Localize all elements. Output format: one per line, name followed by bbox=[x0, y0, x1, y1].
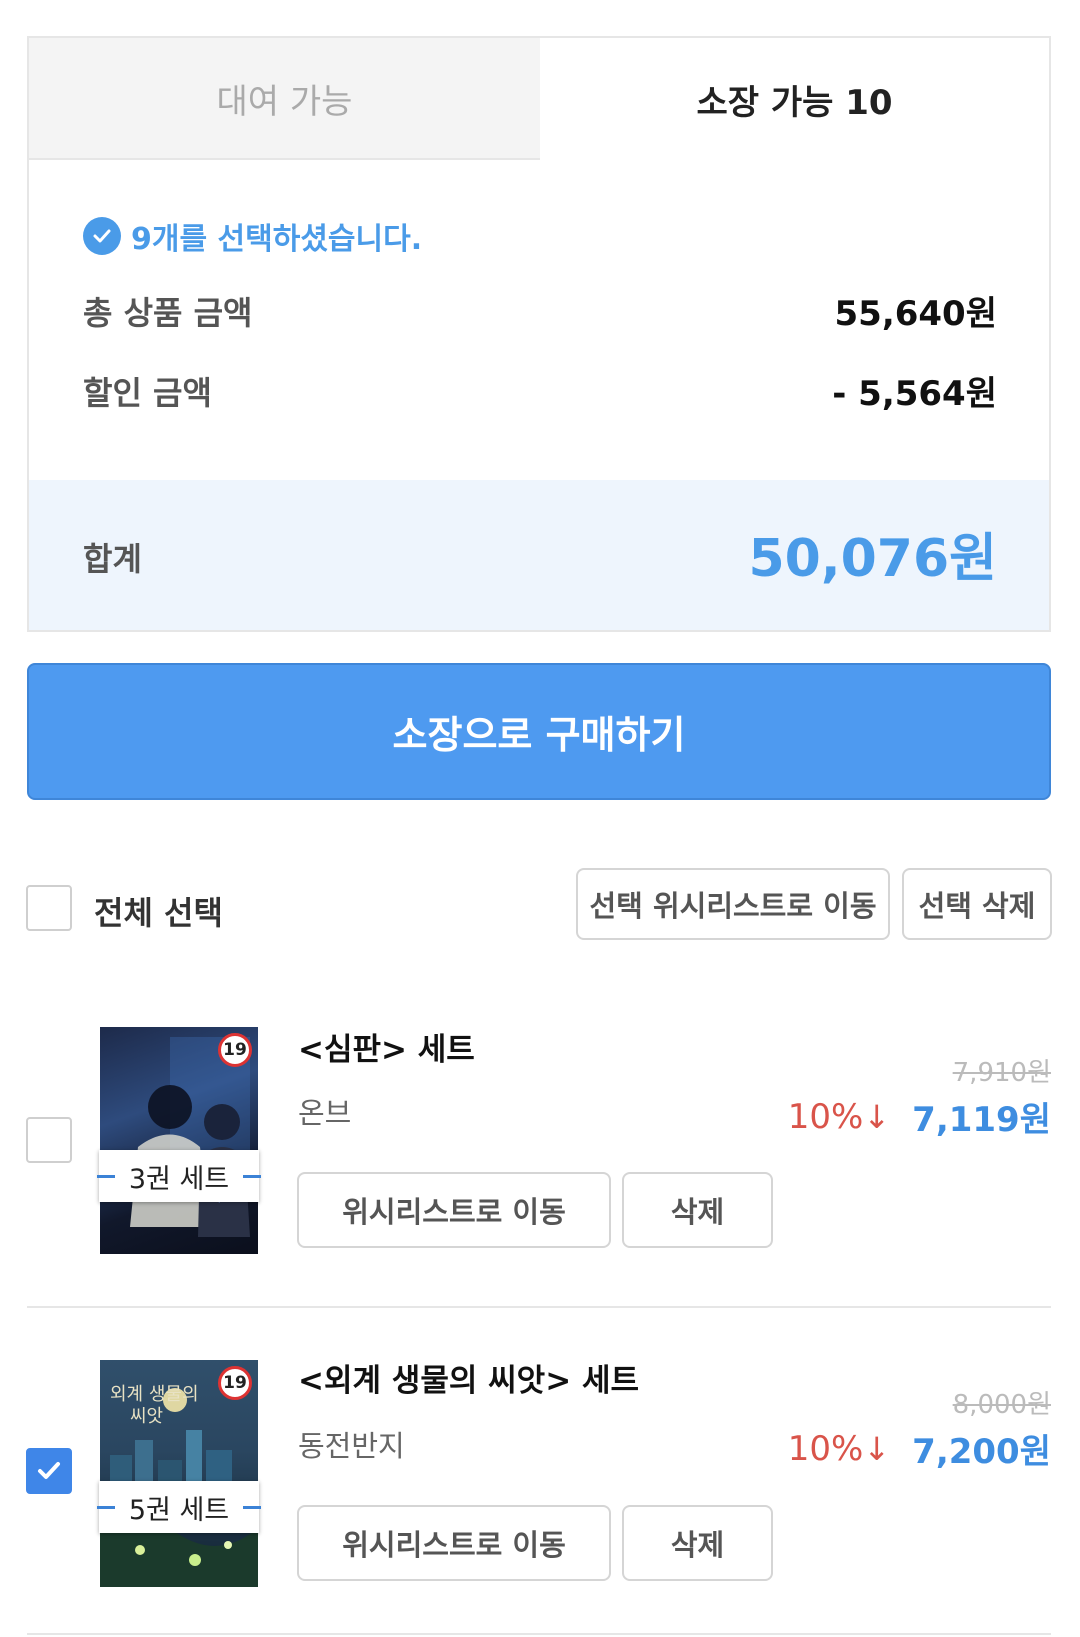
set-count-label: 5권 세트 bbox=[97, 1481, 261, 1533]
sale-price: 7,119원 bbox=[912, 1100, 1051, 1140]
move-to-wishlist-button[interactable]: 위시리스트로 이동 bbox=[297, 1505, 611, 1581]
book-cover-image[interactable]: 19 bbox=[100, 1027, 258, 1254]
item-author[interactable]: 동전반지 bbox=[298, 1423, 405, 1465]
price-row: 10% ↓ 7,119원 bbox=[788, 1092, 1051, 1141]
original-price: 7,910원 bbox=[952, 1058, 1051, 1088]
buy-own-button[interactable]: 소장으로 구매하기 bbox=[27, 663, 1051, 800]
delete-selected-label: 선택 삭제 bbox=[918, 889, 1036, 923]
svg-text:씨앗: 씨앗 bbox=[130, 1406, 163, 1427]
discount-rate: 10% bbox=[787, 1428, 864, 1469]
original-price: 8,000원 bbox=[952, 1390, 1051, 1420]
sum-band: 합계 50,076원 bbox=[29, 480, 1049, 630]
tab-rent[interactable]: 대여 가능 bbox=[27, 36, 540, 160]
total-amount-value: 55,640원 bbox=[834, 294, 997, 334]
delete-item-button[interactable]: 삭제 bbox=[622, 1505, 773, 1581]
item-divider bbox=[27, 1306, 1051, 1308]
move-to-wishlist-label: 위시리스트로 이동 bbox=[342, 1195, 566, 1229]
buy-own-button-label: 소장으로 구매하기 bbox=[392, 713, 686, 757]
total-amount-label: 총 상품 금액 bbox=[83, 294, 253, 332]
item-checkbox[interactable] bbox=[26, 1117, 72, 1163]
checkmark-icon bbox=[38, 1462, 60, 1479]
item-checkbox-checked[interactable] bbox=[26, 1448, 72, 1494]
tab-own-label: 소장 가능 10 bbox=[696, 82, 893, 123]
item-author[interactable]: 온브 bbox=[298, 1090, 351, 1132]
svg-text:외계 생물의: 외계 생물의 bbox=[110, 1384, 199, 1405]
selection-status: 9개를 선택하셨습니다. bbox=[83, 214, 422, 258]
tab-own[interactable]: 소장 가능 10 bbox=[540, 36, 1051, 160]
order-summary: 9개를 선택하셨습니다. 총 상품 금액 55,640원 할인 금액 - 5,5… bbox=[27, 158, 1051, 632]
age-19-badge: 19 bbox=[218, 1366, 252, 1400]
arrow-down-icon: ↓ bbox=[863, 1429, 891, 1468]
move-to-wishlist-button[interactable]: 위시리스트로 이동 bbox=[297, 1172, 611, 1248]
move-to-wishlist-label: 위시리스트로 이동 bbox=[342, 1528, 566, 1562]
select-all-checkbox[interactable] bbox=[26, 885, 72, 931]
item-divider bbox=[27, 1633, 1051, 1635]
discount-amount-label: 할인 금액 bbox=[83, 374, 212, 412]
tab-rent-label: 대여 가능 bbox=[216, 81, 353, 122]
discount-amount-value: - 5,564원 bbox=[832, 374, 997, 414]
sum-label: 합계 bbox=[83, 540, 142, 578]
select-all-label[interactable]: 전체 선택 bbox=[94, 888, 223, 934]
check-circle-icon bbox=[83, 217, 121, 255]
delete-selected-button[interactable]: 선택 삭제 bbox=[902, 868, 1052, 940]
delete-item-label: 삭제 bbox=[670, 1195, 725, 1229]
discount-rate: 10% bbox=[787, 1096, 864, 1137]
move-selected-to-wishlist-button[interactable]: 선택 위시리스트로 이동 bbox=[576, 868, 890, 940]
sum-value: 50,076원 bbox=[748, 529, 997, 589]
item-title[interactable]: <심판> 세트 bbox=[298, 1024, 475, 1069]
book-cover-image[interactable]: 외계 생물의 씨앗 19 bbox=[100, 1360, 258, 1587]
move-selected-to-wishlist-label: 선택 위시리스트로 이동 bbox=[589, 889, 877, 923]
arrow-down-icon: ↓ bbox=[863, 1097, 891, 1136]
sale-price: 7,200원 bbox=[912, 1432, 1051, 1472]
set-count-label: 3권 세트 bbox=[97, 1150, 261, 1202]
selection-count-text: 9개를 선택하셨습니다. bbox=[131, 222, 423, 257]
delete-item-label: 삭제 bbox=[670, 1528, 725, 1562]
item-title[interactable]: <외계 생물의 씨앗> 세트 bbox=[298, 1355, 639, 1400]
age-19-badge: 19 bbox=[218, 1033, 252, 1067]
delete-item-button[interactable]: 삭제 bbox=[622, 1172, 773, 1248]
price-row: 10% ↓ 7,200원 bbox=[788, 1424, 1051, 1473]
